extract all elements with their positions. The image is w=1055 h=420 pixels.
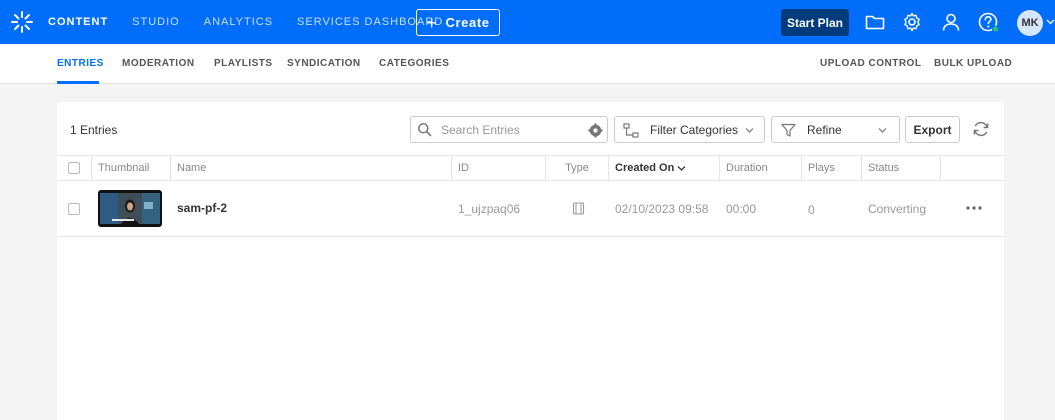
entries-card: 1 Entries Search Entries Filter Categori… xyxy=(57,102,1004,420)
upload-control-link[interactable]: UPLOAD CONTROL xyxy=(820,58,921,69)
create-button[interactable]: + Create xyxy=(416,9,500,36)
sub-nav: ENTRIES MODERATION PLAYLISTS SYNDICATION… xyxy=(0,44,1055,84)
select-all-checkbox[interactable] xyxy=(68,162,80,174)
tab-entries[interactable]: ENTRIES xyxy=(57,58,104,69)
column-header-duration[interactable]: Duration xyxy=(720,156,802,180)
created-on-label: Created On xyxy=(615,162,675,174)
column-header-type[interactable]: Type xyxy=(546,156,609,180)
more-actions-icon[interactable] xyxy=(965,205,983,211)
column-header-created-on[interactable]: Created On xyxy=(609,156,720,180)
table-row[interactable]: sam-pf-2 1_ujzpaq06 02/10/2023 09:58 00:… xyxy=(57,181,1004,237)
user-icon[interactable] xyxy=(940,11,962,33)
video-icon xyxy=(572,202,585,215)
start-plan-button[interactable]: Start Plan xyxy=(781,9,849,36)
entry-duration: 00:00 xyxy=(726,202,757,216)
bulk-upload-link[interactable]: BULK UPLOAD xyxy=(934,58,1012,69)
column-header-thumbnail: Thumbnail xyxy=(92,156,171,180)
help-icon[interactable] xyxy=(977,11,999,33)
column-header-id[interactable]: ID xyxy=(452,156,546,180)
refine-dropdown[interactable]: Refine xyxy=(771,116,900,143)
entries-count: 1 Entries xyxy=(70,123,118,137)
refine-label: Refine xyxy=(807,123,842,137)
plus-icon: + xyxy=(426,12,438,33)
create-label: Create xyxy=(445,15,490,30)
tab-moderation[interactable]: MODERATION xyxy=(122,58,195,69)
video-thumbnail-image xyxy=(100,193,160,224)
table-header: Thumbnail Name ID Type Created On Durati… xyxy=(57,155,1004,181)
refresh-icon[interactable] xyxy=(972,120,990,138)
nav-content[interactable]: CONTENT xyxy=(48,16,108,28)
entry-created-on: 02/10/2023 09:58 xyxy=(615,202,709,216)
entry-plays: 0 xyxy=(808,203,815,217)
entry-thumbnail[interactable] xyxy=(98,190,162,227)
column-header-plays[interactable]: Plays xyxy=(802,156,862,180)
entry-id: 1_ujzpaq06 xyxy=(458,202,521,216)
column-header-status[interactable]: Status xyxy=(862,156,941,180)
search-input[interactable]: Search Entries xyxy=(410,116,608,143)
chevron-down-icon xyxy=(878,128,887,133)
filter-categories-dropdown[interactable]: Filter Categories xyxy=(614,116,765,143)
chevron-down-icon xyxy=(745,128,754,133)
avatar[interactable]: MK xyxy=(1017,10,1043,36)
gear-icon[interactable] xyxy=(901,11,923,33)
tab-playlists[interactable]: PLAYLISTS xyxy=(214,58,273,69)
active-tab-indicator xyxy=(57,81,99,84)
filter-funnel-icon xyxy=(781,123,796,137)
chevron-down-icon[interactable] xyxy=(1046,17,1055,26)
column-header-name[interactable]: Name xyxy=(171,156,452,180)
select-all-cell xyxy=(57,156,92,180)
row-checkbox[interactable] xyxy=(68,203,80,215)
sort-desc-chevron-icon xyxy=(677,166,686,171)
filter-categories-label: Filter Categories xyxy=(650,123,739,137)
export-button[interactable]: Export xyxy=(905,116,960,143)
main-nav: CONTENT STUDIO ANALYTICS SERVICES DASHBO… xyxy=(48,0,467,44)
category-tree-icon xyxy=(623,123,639,138)
tab-syndication[interactable]: SYNDICATION xyxy=(287,58,361,69)
tab-categories[interactable]: CATEGORIES xyxy=(379,58,449,69)
entry-name[interactable]: sam-pf-2 xyxy=(177,201,227,215)
search-placeholder: Search Entries xyxy=(441,123,520,137)
kaltura-logo-icon[interactable] xyxy=(10,10,34,34)
search-settings-gear-icon[interactable] xyxy=(588,123,603,138)
entry-status: Converting xyxy=(868,202,927,216)
nav-studio[interactable]: STUDIO xyxy=(132,16,180,28)
search-icon xyxy=(418,123,432,137)
folder-icon[interactable] xyxy=(864,11,886,33)
nav-analytics[interactable]: ANALYTICS xyxy=(204,16,273,28)
top-bar: CONTENT STUDIO ANALYTICS SERVICES DASHBO… xyxy=(0,0,1055,44)
